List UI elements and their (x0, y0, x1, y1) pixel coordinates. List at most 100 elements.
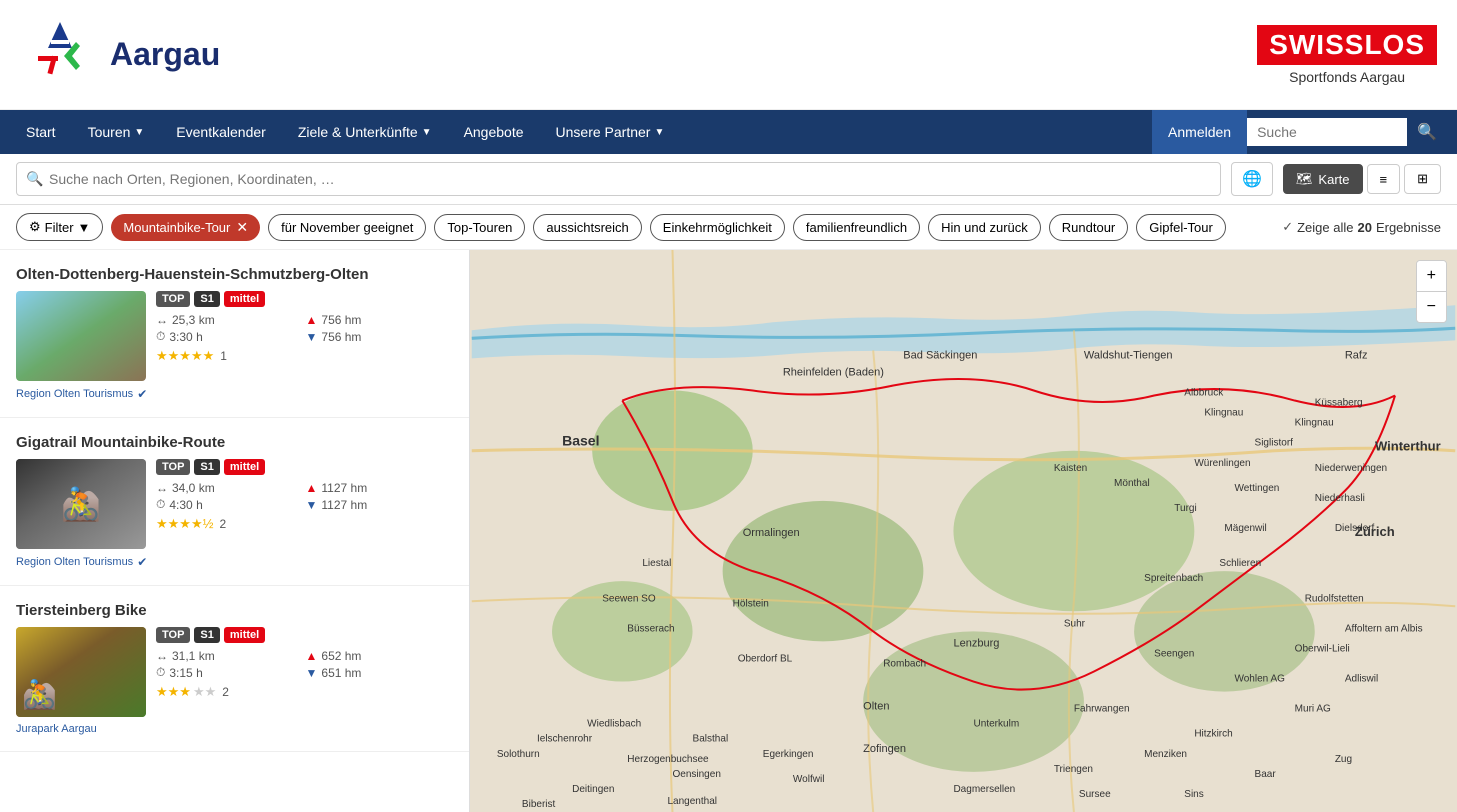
svg-text:Wolfwil: Wolfwil (793, 774, 825, 785)
filter-chip-1[interactable]: Top-Touren (434, 214, 525, 241)
svg-text:Hölstein: Hölstein (733, 598, 769, 609)
filter-chip-3[interactable]: Einkehrmöglichkeit (650, 214, 785, 241)
svg-text:Suhr: Suhr (1064, 618, 1086, 629)
svg-text:Niederweningen: Niederweningen (1315, 463, 1387, 474)
badge-top-1: TOP (156, 291, 190, 307)
svg-text:Würenlingen: Würenlingen (1194, 458, 1250, 469)
list-view-button[interactable]: ≡ (1367, 164, 1401, 194)
swisslos-sub: Sportfonds Aargau (1257, 69, 1437, 85)
svg-text:Basel: Basel (562, 433, 599, 449)
badge-s1-3: S1 (194, 627, 219, 643)
partner-arrow: ▼ (654, 127, 664, 138)
tour-stats-3: ↔ 31,1 km ▲ 652 hm ⏱ 3:15 h ▼ (156, 649, 453, 680)
svg-text:Albbruck: Albbruck (1184, 388, 1224, 399)
search-input-wrap: 🔍 (16, 162, 1221, 196)
stat-ascent-3: ▲ 652 hm (306, 649, 454, 663)
nav-partner[interactable]: Unsere Partner ▼ (540, 110, 681, 154)
svg-text:Fahrwangen: Fahrwangen (1074, 704, 1130, 715)
nav-search-input[interactable] (1247, 118, 1407, 146)
nav-ziele[interactable]: Ziele & Unterkünfte ▼ (282, 110, 448, 154)
tour-stats-1: ↔ 25,3 km ▲ 756 hm ⏱ 3:30 h ▼ (156, 313, 453, 344)
svg-text:Baar: Baar (1255, 769, 1277, 780)
filter-chip-6[interactable]: Rundtour (1049, 214, 1128, 241)
svg-text:Lenzburg: Lenzburg (953, 637, 999, 649)
svg-text:Winterthur: Winterthur (1375, 439, 1441, 454)
ascent-icon-1: ▲ (306, 313, 318, 327)
search-input[interactable] (16, 162, 1221, 196)
svg-text:Büsserach: Büsserach (627, 623, 674, 634)
filter-chip-2[interactable]: aussichtsreich (533, 214, 641, 241)
tour-card-2[interactable]: Gigatrail Mountainbike-Route 🚵 TOP S1 mi… (0, 418, 469, 586)
tour-body-2: 🚵 TOP S1 mittel ↔ 34,0 km (16, 459, 453, 549)
tour-provider-2: Region Olten Tourismus ✔ (16, 555, 453, 569)
stat-duration-3: ⏱ 3:15 h (156, 665, 304, 680)
nav-angebote[interactable]: Angebote (448, 110, 540, 154)
map-view-button[interactable]: 🗺 Karte (1283, 164, 1363, 194)
tour-list-panel: Olten-Dottenberg-Hauenstein-Schmutzberg-… (0, 250, 470, 812)
verified-icon-1: ✔ (137, 387, 147, 401)
tour-thumb-1 (16, 291, 146, 381)
tour-card-1[interactable]: Olten-Dottenberg-Hauenstein-Schmutzberg-… (0, 250, 469, 418)
filter-chip-5[interactable]: Hin und zurück (928, 214, 1041, 241)
nav-search-button[interactable]: 🔍 (1407, 110, 1447, 154)
tour-badges-1: TOP S1 mittel (156, 291, 453, 307)
badge-s1-2: S1 (194, 459, 219, 475)
svg-text:Unterkulm: Unterkulm (974, 719, 1020, 730)
logo-icon (20, 20, 100, 90)
stat-descent-3: ▼ 651 hm (306, 665, 454, 680)
badge-s1-1: S1 (194, 291, 219, 307)
svg-text:Solothurn: Solothurn (497, 749, 540, 760)
stat-duration-1: ⏱ 3:30 h (156, 329, 304, 344)
swisslos-area: SWISSLOS Sportfonds Aargau (1257, 25, 1437, 85)
main-content: Olten-Dottenberg-Hauenstein-Schmutzberg-… (0, 250, 1457, 812)
nav-start[interactable]: Start (10, 110, 72, 154)
svg-text:Spreitenbach: Spreitenbach (1144, 573, 1203, 584)
search-icon: 🔍 (26, 171, 43, 188)
stat-distance-2: ↔ 34,0 km (156, 481, 304, 495)
tour-badges-2: TOP S1 mittel (156, 459, 453, 475)
map-zoom-controls: + − (1416, 260, 1447, 323)
filter-button[interactable]: ⚙ Filter ▼ (16, 213, 103, 241)
zoom-out-button[interactable]: − (1417, 292, 1446, 322)
filter-chip-4[interactable]: familienfreundlich (793, 214, 920, 241)
tour-thumb-2: 🚵 (16, 459, 146, 549)
login-button[interactable]: Anmelden (1152, 110, 1247, 154)
zoom-in-button[interactable]: + (1417, 261, 1446, 292)
svg-text:Rudolfstetten: Rudolfstetten (1305, 593, 1364, 604)
svg-text:Wiedlisbach: Wiedlisbach (587, 719, 641, 730)
stars-1: ★★★★★ 1 (156, 348, 453, 364)
clock-icon-3: ⏱ (156, 665, 165, 680)
tour-provider-1: Region Olten Tourismus ✔ (16, 387, 453, 401)
badge-mittel-2: mittel (224, 459, 265, 475)
nav-eventkalender[interactable]: Eventkalender (160, 110, 282, 154)
globe-button[interactable]: 🌐 (1231, 162, 1273, 196)
svg-text:Hitzkirch: Hitzkirch (1194, 729, 1232, 740)
filter-chip-0[interactable]: für November geeignet (268, 214, 426, 241)
svg-text:Muri AG: Muri AG (1295, 704, 1331, 715)
filter-chip-7[interactable]: Gipfel-Tour (1136, 214, 1226, 241)
distance-icon-1: ↔ (156, 313, 168, 327)
nav-touren[interactable]: Touren ▼ (72, 110, 161, 154)
map-panel: Basel Rheinfelden (Baden) Bad Säckingen … (470, 250, 1457, 812)
badge-top-3: TOP (156, 627, 190, 643)
header: Aargau SWISSLOS Sportfonds Aargau (0, 0, 1457, 110)
svg-text:Kaisten: Kaisten (1054, 463, 1087, 474)
svg-text:Biberist: Biberist (522, 799, 556, 810)
svg-text:Rheinfelden (Baden): Rheinfelden (Baden) (783, 366, 884, 378)
svg-text:Langenthal: Langenthal (667, 796, 717, 807)
svg-text:Turgi: Turgi (1174, 503, 1196, 514)
logo-text: Aargau (110, 36, 220, 73)
svg-text:Triengen: Triengen (1054, 764, 1093, 775)
svg-text:Rafz: Rafz (1345, 349, 1368, 361)
active-filter-tag[interactable]: Mountainbike-Tour ✕ (111, 214, 260, 241)
svg-text:Dielsdorf: Dielsdorf (1335, 523, 1375, 534)
stat-ascent-2: ▲ 1127 hm (306, 481, 454, 495)
tour-card-3[interactable]: Tiersteinberg Bike 🚵 TOP S1 mittel (0, 586, 469, 752)
svg-text:Klingnau: Klingnau (1204, 408, 1243, 419)
badge-mittel-3: mittel (224, 627, 265, 643)
tour-stats-2: ↔ 34,0 km ▲ 1127 hm ⏱ 4:30 h ▼ (156, 481, 453, 512)
touren-arrow: ▼ (134, 127, 144, 138)
stat-distance-1: ↔ 25,3 km (156, 313, 304, 327)
grid-view-button[interactable]: ⊞ (1404, 164, 1441, 194)
svg-text:Schlieren: Schlieren (1219, 558, 1261, 569)
